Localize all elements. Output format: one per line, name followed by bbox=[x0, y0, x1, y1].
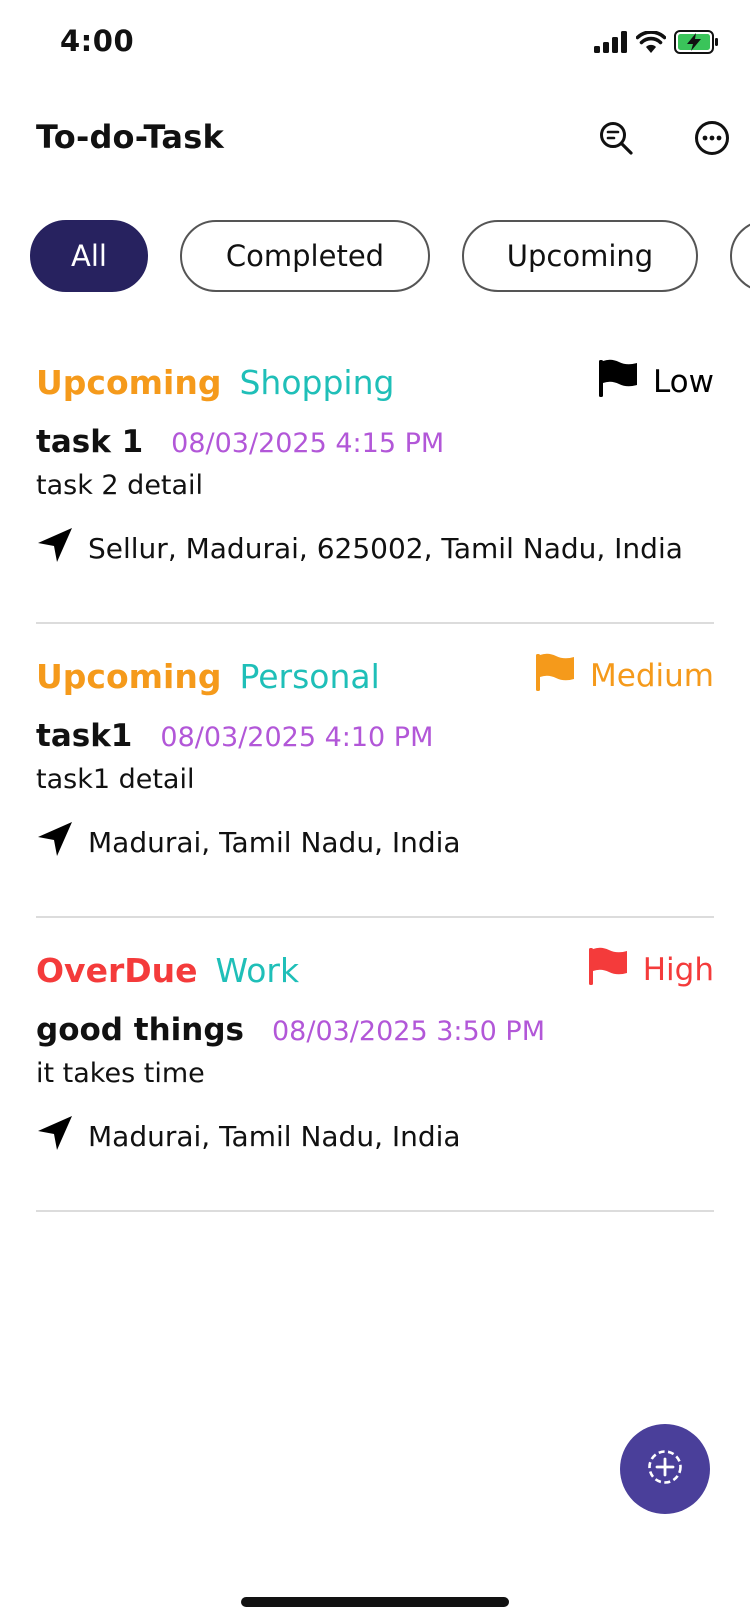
task-location-text: Sellur, Madurai, 625002, Tamil Nadu, Ind… bbox=[88, 532, 683, 565]
task-category: Personal bbox=[239, 656, 380, 696]
task-location-text: Madurai, Tamil Nadu, India bbox=[88, 1120, 461, 1153]
task-location: Madurai, Tamil Nadu, India bbox=[36, 820, 461, 865]
signal-icon bbox=[594, 31, 628, 57]
flag-icon bbox=[534, 652, 576, 700]
filter-chip-all[interactable]: All bbox=[30, 220, 148, 292]
task-priority: Medium bbox=[534, 652, 714, 700]
navigation-arrow-icon bbox=[36, 820, 74, 865]
task-title: good things bbox=[36, 1012, 244, 1048]
task-category: Shopping bbox=[239, 362, 395, 402]
task-priority-label: High bbox=[642, 952, 714, 988]
task-location-text: Madurai, Tamil Nadu, India bbox=[88, 826, 461, 859]
filter-chip-next[interactable] bbox=[730, 220, 750, 292]
search-button[interactable] bbox=[596, 120, 636, 160]
status-time: 4:00 bbox=[60, 24, 135, 58]
task-category: Work bbox=[215, 950, 300, 990]
task-priority: Low bbox=[597, 358, 714, 406]
task-title: task1 bbox=[36, 718, 133, 754]
task-detail: task 2 detail bbox=[36, 470, 204, 501]
add-task-button[interactable] bbox=[620, 1424, 710, 1514]
status-icons bbox=[594, 30, 720, 58]
task-status: OverDue bbox=[36, 950, 198, 990]
task-location: Madurai, Tamil Nadu, India bbox=[36, 1114, 461, 1159]
task-priority: High bbox=[587, 946, 714, 994]
task-card[interactable]: OverDue Work High good things 08/03/2025… bbox=[36, 918, 714, 1212]
task-priority-label: Low bbox=[652, 364, 714, 400]
status-bar: 4:00 bbox=[0, 0, 750, 90]
task-status: Upcoming bbox=[36, 362, 222, 402]
more-options-button[interactable] bbox=[692, 120, 732, 160]
filter-chips: All Completed Upcoming bbox=[0, 220, 750, 296]
navigation-arrow-icon bbox=[36, 526, 74, 571]
flag-icon bbox=[597, 358, 639, 406]
task-card[interactable]: Upcoming Shopping Low task 1 08/03/2025 … bbox=[36, 330, 714, 624]
task-list: Upcoming Shopping Low task 1 08/03/2025 … bbox=[36, 330, 714, 1212]
flag-icon bbox=[587, 946, 629, 994]
wifi-icon bbox=[635, 30, 667, 57]
search-icon bbox=[598, 120, 634, 160]
navigation-arrow-icon bbox=[36, 1114, 74, 1159]
battery-charging-icon bbox=[674, 30, 720, 58]
task-date: 08/03/2025 4:15 PM bbox=[171, 428, 445, 459]
task-date: 08/03/2025 4:10 PM bbox=[160, 722, 434, 753]
home-indicator[interactable] bbox=[241, 1597, 509, 1607]
task-title: task 1 bbox=[36, 424, 144, 460]
add-circle-icon bbox=[646, 1448, 684, 1490]
task-status: Upcoming bbox=[36, 656, 222, 696]
filter-chip-completed[interactable]: Completed bbox=[180, 220, 430, 292]
filter-chip-upcoming[interactable]: Upcoming bbox=[462, 220, 698, 292]
task-card[interactable]: Upcoming Personal Medium task1 08/03/202… bbox=[36, 624, 714, 918]
task-priority-label: Medium bbox=[590, 658, 714, 694]
task-detail: it takes time bbox=[36, 1058, 205, 1089]
task-date: 08/03/2025 3:50 PM bbox=[272, 1016, 545, 1047]
more-icon bbox=[694, 120, 730, 160]
task-location: Sellur, Madurai, 625002, Tamil Nadu, Ind… bbox=[36, 526, 683, 571]
page-title: To-do-Task bbox=[36, 118, 224, 156]
task-detail: task1 detail bbox=[36, 764, 195, 795]
